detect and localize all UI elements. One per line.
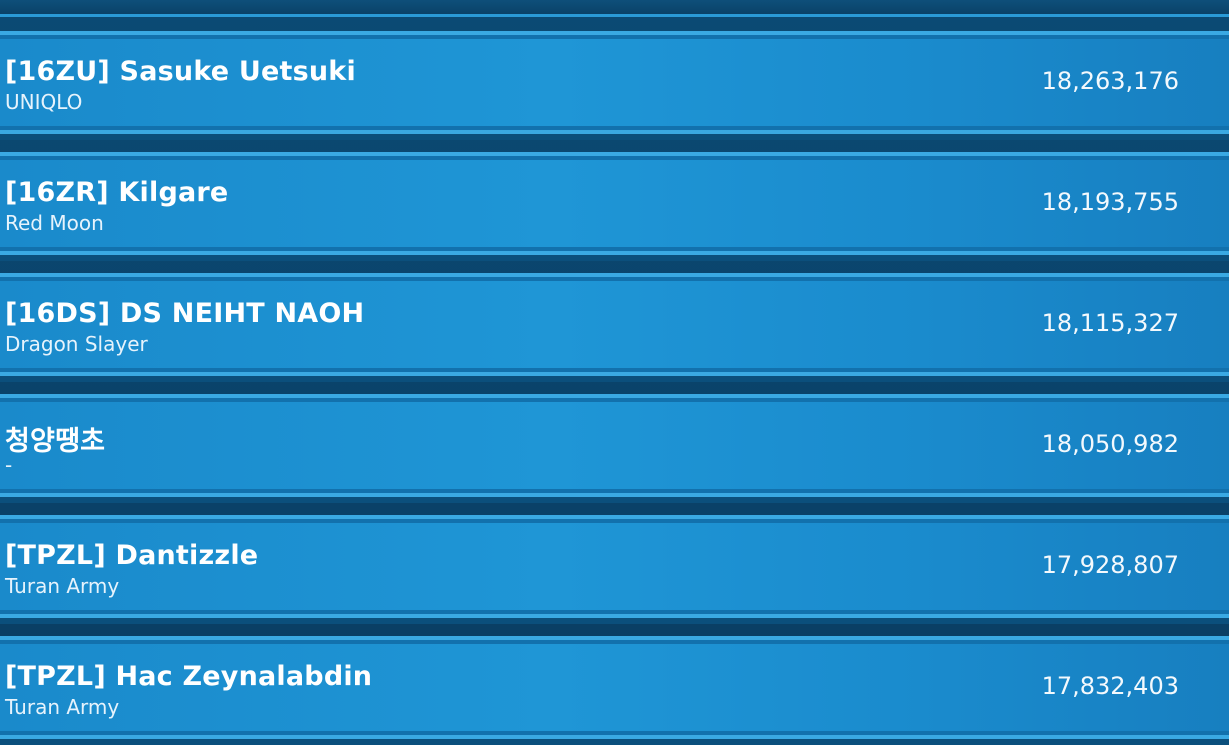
player-guild: Dragon Slayer (5, 332, 148, 356)
header-strip (0, 0, 1229, 17)
player-score: 18,193,755 (1041, 188, 1179, 216)
leaderboard-row[interactable]: [16ZU] Sasuke Uetsuki UNIQLO 18,263,176 (0, 31, 1229, 134)
leaderboard-row[interactable]: [TPZL] Hac Zeynalabdin Turan Army 17,832… (0, 636, 1229, 739)
player-name: [16ZR] Kilgare (5, 177, 229, 208)
leaderboard-row[interactable]: [16ZR] Kilgare Red Moon 18,193,755 (0, 152, 1229, 255)
player-name: [16DS] DS NEIHT NAOH (5, 298, 365, 329)
player-score: 18,263,176 (1041, 67, 1179, 95)
player-guild: Turan Army (5, 574, 120, 598)
player-score: 18,050,982 (1041, 430, 1179, 458)
player-name: [TPZL] Hac Zeynalabdin (5, 661, 373, 692)
player-name: [TPZL] Dantizzle (5, 540, 259, 571)
player-score: 17,832,403 (1041, 672, 1179, 700)
player-guild: - (5, 453, 13, 477)
player-guild: Red Moon (5, 211, 104, 235)
leaderboard: [16ZU] Sasuke Uetsuki UNIQLO 18,263,176 … (0, 0, 1229, 745)
leaderboard-row[interactable]: 청양땡초 - 18,050,982 (0, 394, 1229, 497)
leaderboard-row[interactable]: [16DS] DS NEIHT NAOH Dragon Slayer 18,11… (0, 273, 1229, 376)
player-name: 청양땡초 (5, 426, 106, 457)
player-score: 18,115,327 (1041, 309, 1179, 337)
leaderboard-row[interactable]: [TPZL] Dantizzle Turan Army 17,928,807 (0, 515, 1229, 618)
player-guild: Turan Army (5, 695, 120, 719)
player-name: [16ZU] Sasuke Uetsuki (5, 56, 356, 87)
player-score: 17,928,807 (1041, 551, 1179, 579)
player-guild: UNIQLO (5, 90, 83, 114)
